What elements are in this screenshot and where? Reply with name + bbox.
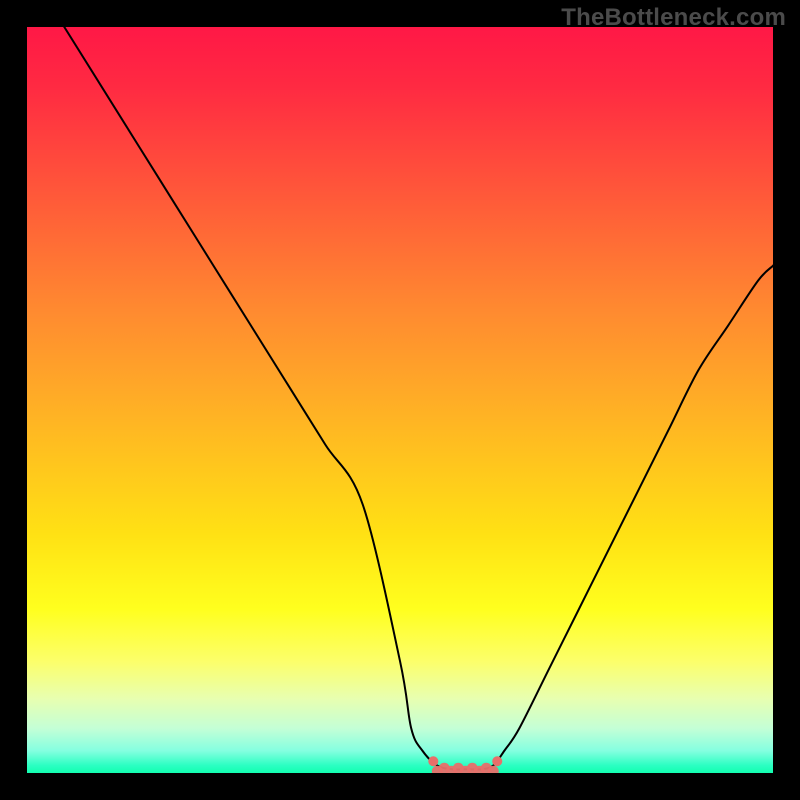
- watermark-text: TheBottleneck.com: [561, 4, 786, 32]
- chart-frame: TheBottleneck.com: [0, 0, 800, 800]
- gradient-plot-area: [27, 27, 773, 773]
